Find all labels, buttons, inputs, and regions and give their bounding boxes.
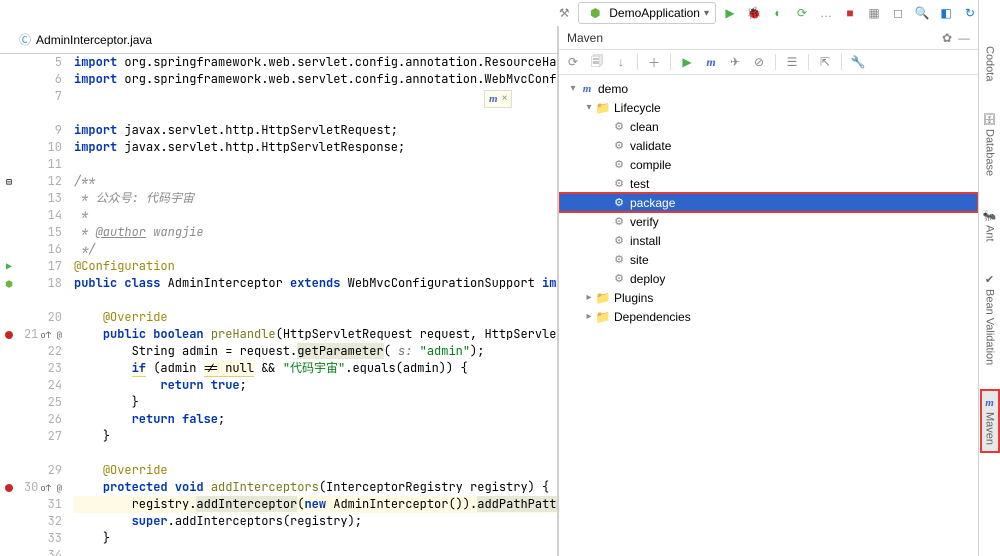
sidebar-button-codota[interactable]: Codota bbox=[982, 40, 998, 87]
tree-goal-test[interactable]: ⚙test bbox=[559, 174, 978, 193]
settings-icon[interactable]: ✿ bbox=[942, 31, 952, 45]
tree-goal-install[interactable]: ⚙install bbox=[559, 231, 978, 250]
gear-icon: ⚙ bbox=[611, 234, 627, 247]
attach-process-button[interactable]: … bbox=[818, 5, 834, 21]
show-dependencies-icon[interactable]: ☰ bbox=[784, 54, 800, 70]
sidebar-button-database[interactable]: 🗄Database bbox=[981, 107, 999, 182]
run-goal-icon[interactable]: ▶ bbox=[679, 54, 695, 70]
add-project-icon[interactable]: ＋ bbox=[646, 54, 662, 70]
hammer-icon[interactable]: ⚒ bbox=[556, 5, 572, 21]
editor-tab[interactable]: Ⓒ AdminInterceptor.java bbox=[8, 26, 163, 53]
ant-icon: 🐜 bbox=[983, 209, 997, 222]
intention-popup[interactable]: m × bbox=[484, 90, 512, 108]
toggle-offline-icon[interactable]: ✈ bbox=[727, 54, 743, 70]
chevron-down-icon: ▾ bbox=[567, 83, 579, 94]
gear-icon: ⚙ bbox=[611, 120, 627, 133]
tree-row-lifecycle[interactable]: ▾ 📁 Lifecycle bbox=[559, 98, 978, 117]
maven-icon: m bbox=[985, 397, 994, 409]
layout-button[interactable]: ▦ bbox=[866, 5, 882, 21]
folder-icon: 📁 bbox=[595, 101, 611, 115]
maven-title: Maven bbox=[567, 31, 603, 45]
close-icon[interactable]: × bbox=[502, 93, 508, 105]
run-configuration-label: DemoApplication bbox=[609, 6, 700, 20]
right-tool-sidebar: Codota 🗄Database 🐜Ant ✔Bean Validation m… bbox=[978, 0, 1000, 556]
tree-goal-site[interactable]: ⚙site bbox=[559, 250, 978, 269]
gear-icon: ⚙ bbox=[611, 177, 627, 190]
run-configuration-selector[interactable]: ⬢ DemoApplication ▾ bbox=[578, 2, 716, 24]
run-line-icon[interactable]: ▶ bbox=[6, 260, 12, 273]
editor-area: Ⓒ AdminInterceptor.java ⊟ ▶ ⬢ 5 6 bbox=[0, 26, 558, 556]
maven-settings-icon[interactable]: 🔧 bbox=[850, 54, 866, 70]
sidebar-button-bean-validation[interactable]: ✔Bean Validation bbox=[982, 267, 998, 371]
tree-goal-clean[interactable]: ⚙clean bbox=[559, 117, 978, 136]
run-button[interactable]: ▶ bbox=[722, 5, 738, 21]
debug-button[interactable]: 🐞 bbox=[746, 5, 762, 21]
tree-goal-verify[interactable]: ⚙verify bbox=[559, 212, 978, 231]
line-numbers: 5 6 7 9 10 11 12 13 14 15 16 17 18 20 21… bbox=[18, 54, 70, 556]
coverage-button[interactable]: ◐ bbox=[770, 5, 786, 21]
minimize-icon[interactable]: — bbox=[958, 31, 970, 45]
gear-icon: ⚙ bbox=[611, 139, 627, 152]
gear-icon: ⚙ bbox=[611, 158, 627, 171]
maven-tree: ▾ m demo ▾ 📁 Lifecycle ⚙clean ⚙validate … bbox=[559, 75, 978, 556]
breakpoint-icon[interactable] bbox=[5, 484, 13, 492]
chevron-right-icon: ▸ bbox=[583, 292, 595, 303]
gear-icon: ⚙ bbox=[611, 253, 627, 266]
sidebar-button-ant[interactable]: 🐜Ant bbox=[981, 203, 999, 248]
stop-button[interactable]: ■ bbox=[842, 5, 858, 21]
tree-row-plugins[interactable]: ▸📁Plugins bbox=[559, 288, 978, 307]
code-area[interactable]: import org.springframework.web.servlet.c… bbox=[70, 54, 557, 556]
tree-goal-validate[interactable]: ⚙validate bbox=[559, 136, 978, 155]
tree-goal-compile[interactable]: ⚙compile bbox=[559, 155, 978, 174]
database-icon: 🗄 bbox=[983, 113, 997, 126]
skip-tests-icon[interactable]: ⊘ bbox=[751, 54, 767, 70]
generate-sources-icon[interactable]: 🗐 bbox=[589, 54, 605, 70]
breakpoint-icon[interactable] bbox=[5, 331, 13, 339]
java-class-icon: Ⓒ bbox=[19, 31, 31, 48]
sidebar-button-maven[interactable]: mMaven bbox=[982, 391, 998, 451]
gear-icon: ⚙ bbox=[611, 215, 627, 228]
maven-toolbar: ⟳ 🗐 ↓ ＋ ▶ m ✈ ⊘ ☰ ⇱ 🔧 bbox=[559, 50, 978, 75]
gear-icon: ⚙ bbox=[611, 196, 627, 209]
maven-module-icon: m bbox=[579, 83, 595, 95]
tree-goal-package[interactable]: ⚙package bbox=[559, 193, 978, 212]
tree-row-root[interactable]: ▾ m demo bbox=[559, 79, 978, 98]
folder-icon: 📁 bbox=[595, 291, 611, 305]
notifications-button[interactable]: ◧ bbox=[938, 5, 954, 21]
tree-row-dependencies[interactable]: ▸📁Dependencies bbox=[559, 307, 978, 326]
editor-body[interactable]: ⊟ ▶ ⬢ 5 6 7 9 10 11 12 13 bbox=[0, 54, 557, 556]
execute-goal-icon[interactable]: m bbox=[703, 54, 719, 70]
spring-icon: ⬢ bbox=[587, 5, 603, 21]
download-icon[interactable]: ↓ bbox=[613, 54, 629, 70]
profile-button[interactable]: ⟳ bbox=[794, 5, 810, 21]
spring-line-icon[interactable]: ⬢ bbox=[5, 278, 13, 290]
tab-title: AdminInterceptor.java bbox=[36, 33, 152, 47]
check-icon: ✔ bbox=[985, 273, 994, 286]
maven-panel: Maven ✿ — ⟳ 🗐 ↓ ＋ ▶ m ✈ ⊘ ☰ ⇱ 🔧 bbox=[558, 26, 978, 556]
reimport-icon[interactable]: ⟳ bbox=[565, 54, 581, 70]
gutter-marks: ⊟ ▶ ⬢ bbox=[0, 54, 18, 556]
chevron-down-icon: ▾ bbox=[704, 8, 709, 19]
chevron-down-icon: ▾ bbox=[583, 102, 595, 113]
maven-float-icon: m bbox=[489, 93, 498, 105]
updates-button[interactable]: ↻ bbox=[962, 5, 978, 21]
gear-icon: ⚙ bbox=[611, 272, 627, 285]
search-everywhere-button[interactable]: 🔍 bbox=[914, 5, 930, 21]
fold-icon[interactable]: ⊟ bbox=[0, 173, 18, 190]
collapse-all-icon[interactable]: ⇱ bbox=[817, 54, 833, 70]
editor-tabs: Ⓒ AdminInterceptor.java bbox=[0, 26, 557, 54]
tree-goal-deploy[interactable]: ⚙deploy bbox=[559, 269, 978, 288]
window-button[interactable]: ◻ bbox=[890, 5, 906, 21]
chevron-right-icon: ▸ bbox=[583, 311, 595, 322]
folder-icon: 📁 bbox=[595, 310, 611, 324]
